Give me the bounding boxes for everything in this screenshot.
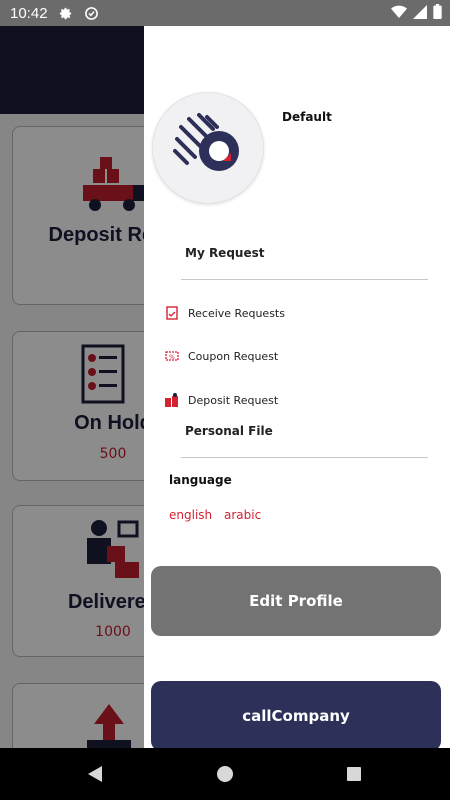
home-icon[interactable]: [215, 764, 235, 784]
coupon-icon: %: [164, 348, 180, 364]
svg-text:%: %: [169, 354, 175, 361]
back-icon[interactable]: [85, 764, 105, 784]
menu-item-label: Receive Requests: [188, 306, 285, 320]
language-option-arabic[interactable]: arabic: [224, 508, 261, 522]
language-option-english[interactable]: english: [169, 508, 212, 522]
username-label: Default: [282, 110, 332, 124]
edit-profile-button[interactable]: Edit Profile: [151, 566, 441, 636]
divider: [181, 279, 428, 280]
status-bar: 10:42: [0, 0, 450, 26]
call-company-button[interactable]: callCompany: [151, 681, 441, 748]
menu-item-label: Coupon Request: [188, 349, 279, 363]
navigation-drawer: Default My Request Receive Requests % Co…: [144, 26, 450, 748]
settings-gear-icon: [58, 5, 74, 21]
battery-icon: [433, 4, 442, 23]
menu-item-label: Deposit Request: [188, 393, 279, 407]
deposit-icon: [164, 392, 180, 408]
system-navigation-bar: [0, 748, 450, 800]
language-title: language: [169, 473, 232, 487]
signal-icon: [413, 4, 427, 23]
sync-icon: [84, 5, 100, 21]
menu-item-deposit-request[interactable]: Deposit Request: [164, 389, 278, 411]
menu-item-receive-requests[interactable]: Receive Requests: [164, 302, 285, 324]
my-request-title: My Request: [185, 246, 265, 260]
wifi-icon: [391, 4, 407, 23]
recents-icon[interactable]: [344, 764, 364, 784]
menu-item-coupon-request[interactable]: % Coupon Request: [164, 345, 278, 367]
divider: [181, 457, 428, 458]
company-logo-icon: [173, 113, 239, 171]
receipt-icon: [164, 305, 180, 321]
status-time: 10:42: [10, 4, 48, 22]
personal-file-title[interactable]: Personal File: [185, 424, 273, 438]
avatar[interactable]: [152, 92, 264, 204]
